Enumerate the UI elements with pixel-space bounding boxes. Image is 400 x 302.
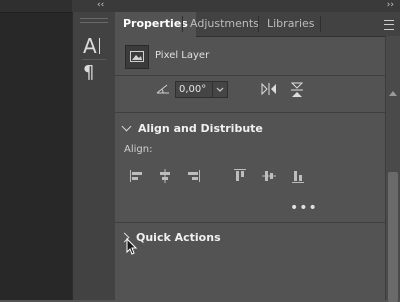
align-bottom-edges-icon[interactable] [290, 168, 306, 184]
divider [115, 75, 385, 76]
mouse-cursor-icon [126, 238, 138, 255]
hamburger-menu-icon[interactable] [384, 20, 394, 30]
tab-libraries[interactable]: Libraries [259, 12, 323, 36]
flip-vertical-icon[interactable] [290, 82, 304, 98]
scrollbar-thumb[interactable] [388, 172, 398, 302]
scroll-up-arrow-icon[interactable] [389, 91, 397, 96]
angle-dropdown-button[interactable] [212, 81, 228, 98]
character-tool-glyph: A [83, 34, 97, 58]
tab-adjustments[interactable]: Adjustments [182, 12, 267, 36]
align-vertical-centers-icon[interactable] [261, 168, 277, 184]
paragraph-panel-icon[interactable]: ¶ [83, 62, 109, 84]
document-canvas[interactable] [0, 0, 72, 300]
panel-scrollbar[interactable] [385, 36, 400, 302]
layer-kind-label: Pixel Layer [155, 50, 210, 61]
rotate-angle-icon [156, 84, 169, 94]
align-distribute-title: Align and Distribute [138, 122, 263, 135]
properties-panel: Properties Adjustments Libraries Pixel L… [115, 12, 400, 302]
paragraph-tool-glyph: ¶ [83, 62, 95, 83]
character-panel-icon[interactable]: A [83, 34, 109, 58]
align-left-edges-icon[interactable] [129, 168, 145, 184]
chevron-down-icon [216, 87, 224, 92]
chevron-down-icon [121, 121, 132, 132]
divider [115, 112, 385, 113]
document-canvas-header [0, 0, 72, 13]
align-distribute-section-header[interactable]: Align and Distribute [121, 121, 263, 135]
align-label: Align: [124, 144, 153, 155]
quick-actions-title: Quick Actions [136, 231, 221, 244]
align-top-edges-icon[interactable] [232, 168, 248, 184]
align-horizontal-centers-icon[interactable] [157, 168, 173, 184]
collapse-toolstrip-button[interactable]: ‹‹ [97, 0, 104, 11]
flip-horizontal-icon[interactable] [261, 82, 277, 96]
panel-toolstrip: A ¶ [72, 12, 116, 300]
toolstrip-separator [82, 59, 106, 60]
panel-tab-bar: Properties Adjustments Libraries [115, 12, 400, 37]
align-right-edges-icon[interactable] [185, 168, 201, 184]
toolstrip-grip[interactable] [80, 18, 108, 23]
more-options-icon[interactable]: ••• [290, 200, 318, 216]
collapse-panel-button[interactable]: ›› [387, 0, 394, 11]
pixel-layer-thumbnail-icon [125, 45, 149, 69]
divider [115, 222, 385, 223]
